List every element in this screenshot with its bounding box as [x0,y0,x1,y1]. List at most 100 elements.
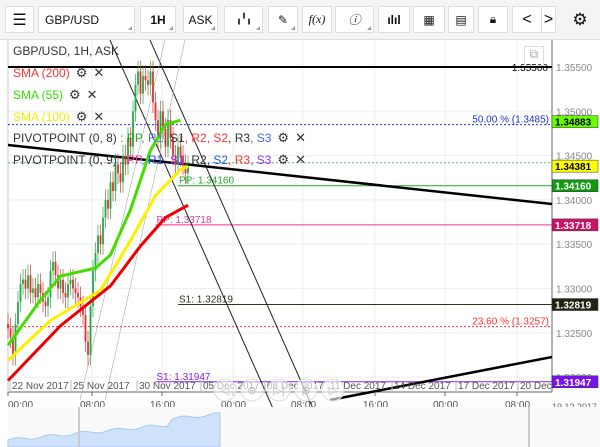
candle-body [62,279,64,293]
close-icon[interactable]: ✕ [87,87,98,103]
candle-body [39,284,42,293]
date-label: 25 Nov 2017 [73,381,130,392]
candle-body [47,297,49,307]
price-type-select[interactable]: ASK [183,6,218,33]
gear-icon: ⚙ [572,9,588,29]
date-label: 22 Nov 2017 [12,381,69,392]
candle-body [104,199,107,218]
zoom-out-icon: ⊖ [247,385,256,397]
date-label: 17 Dec 2017 [458,381,515,392]
settings-button[interactable]: ⚙ [565,6,595,33]
expand-button[interactable]: ⧉ [524,46,544,66]
candle-body [32,288,34,293]
candle-body [144,75,147,81]
candle-body [49,270,52,298]
indicator-label: SMA (100) [13,110,70,124]
date-label: 30 Nov 2017 [139,381,196,392]
prev-button[interactable]: < [512,6,542,33]
timeframe-select[interactable]: 1H [140,6,176,33]
chevron-right-icon: > [543,10,554,28]
pivot-part: , R1 [141,153,164,167]
candle-body [99,235,102,245]
price-axis-label: 1.33500 [556,240,593,251]
navigator-handle-right[interactable] [528,407,530,447]
pivot-part: , S3 [250,131,272,145]
gear-icon[interactable]: ⚙ [76,65,88,81]
candle-body [114,164,117,192]
gear-icon[interactable]: ⚙ [76,109,88,125]
info-button[interactable]: ⓘ [335,6,374,33]
candle-body [109,182,112,209]
symbol-value: GBP/USD [45,12,100,27]
price-tag-label: 1.34883 [555,118,592,129]
pivot-part: , R1 [141,131,164,145]
nav-end-icon: ▷| [273,385,284,397]
pivot-label: PIVOTPOINT (0, 9) [13,153,117,167]
indicator-label: SMA (200) [13,66,70,80]
menu-button[interactable]: ☰ [5,6,34,33]
calendar-icon: ▦ [423,12,435,27]
candle-body [17,301,19,324]
pivot-part: , S2 [206,131,229,145]
pivot-part: , S3 [250,153,272,167]
pivot-part: , R2 [184,153,207,167]
candle-body [107,199,109,209]
trend-line-thick [329,355,553,402]
draw-button[interactable]: ✎ [268,6,298,33]
pivot-part: , S2 [206,153,229,167]
candle-body [29,275,32,293]
candle-body [149,71,152,85]
close-icon[interactable]: ✕ [93,109,104,125]
candle-body [74,288,77,293]
candle-body [142,75,144,94]
pivot-part: , S1 [163,131,185,145]
level-label: 50.00 % (1.3485) [472,115,549,126]
calculator-button[interactable]: ▤ [448,6,474,33]
pivot-part: : PP [120,153,142,167]
candle-body [139,71,142,94]
price-tag-label: 1.33718 [555,221,592,232]
bar-chart-icon: ılıl [387,12,401,27]
indicator-legend-item: SMA (200) ⚙ ✕ [13,65,104,81]
navigator-handle-left[interactable] [78,407,80,447]
candle-body [102,217,104,245]
gear-icon[interactable]: ⚙ [277,130,289,146]
indicators-label: f(x) [308,12,326,26]
candle-body [137,71,139,85]
close-icon[interactable]: ✕ [295,130,306,146]
chart-title: GBP/USD, 1H, ASK [13,44,120,58]
chart-type-button[interactable]: ╻╹╻ [224,6,263,33]
close-icon[interactable]: ✕ [295,152,306,168]
candle-body [77,292,79,298]
nav-forward-icon: ▷ [329,385,338,397]
candle-body [119,173,122,183]
candle-body [24,279,27,289]
nav-back-icon: ◁ [221,385,230,397]
date-label: 20 Dec [520,381,552,392]
calculator-icon: ▤ [455,12,467,27]
volume-button[interactable]: ılıl [378,6,410,33]
price-axis-label: 1.35500 [556,63,593,74]
hamburger-icon: ☰ [12,11,27,29]
indicators-button[interactable]: f(x) [302,6,332,33]
candle-body [89,306,92,355]
symbol-select[interactable]: GBP/USD [38,6,135,33]
indicator-legend-item: SMA (100) ⚙ ✕ [13,109,104,125]
lock-button[interactable]: 🔒︎ [478,6,508,33]
chevron-left-icon: < [522,10,532,28]
close-icon[interactable]: ✕ [93,65,104,81]
pivot-part: , R3 [228,153,251,167]
candle-body [54,261,57,276]
next-button[interactable]: > [542,6,556,33]
gear-icon[interactable]: ⚙ [277,152,289,168]
candle-body [64,292,67,298]
candle-body [7,323,9,329]
level-label: 23.60 % (1.3257) [472,317,549,328]
gear-icon[interactable]: ⚙ [69,87,81,103]
candle-body [97,235,99,254]
pivot-legend-item: PIVOTPOINT (0, 8) : PP, R1, S1, R2, S2, … [13,130,306,146]
candle-body [72,279,74,289]
candle-body [69,279,72,285]
price-tag-label: 1.31947 [555,378,592,389]
calendar-button[interactable]: ▦ [413,6,445,33]
